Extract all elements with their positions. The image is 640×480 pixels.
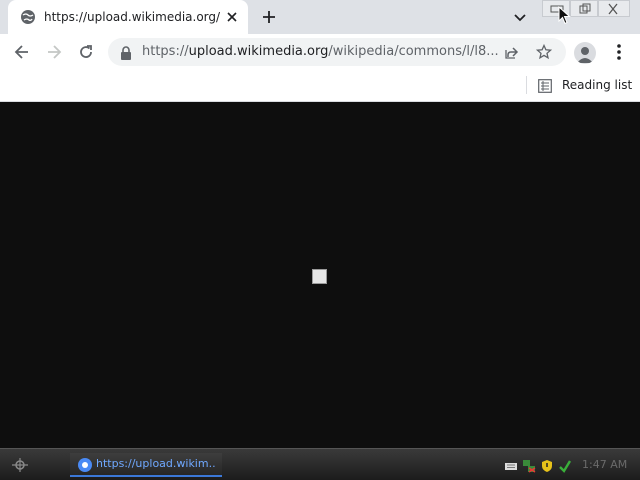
kebab-menu-icon[interactable] [612, 42, 626, 62]
reload-icon[interactable] [76, 42, 96, 62]
chevron-down-icon[interactable] [512, 9, 528, 25]
update-icon[interactable] [558, 458, 572, 473]
globe-icon [20, 9, 36, 25]
bookmark-star-icon[interactable] [535, 43, 553, 60]
url-path: /wikipedia/commons/l/l8... [328, 44, 498, 59]
maximize-button[interactable] [570, 0, 598, 17]
browser-icon [78, 458, 92, 472]
address-bar[interactable]: https://upload.wikimedia.org/wikipedia/c… [108, 38, 566, 66]
close-tab-icon[interactable] [224, 9, 240, 25]
close-window-button[interactable] [598, 0, 630, 17]
profile-avatar-icon[interactable] [574, 42, 596, 64]
taskbar-item-label: https://upload.wikim... [96, 457, 216, 470]
mouse-cursor-icon [558, 5, 571, 25]
tab-active[interactable]: https://upload.wikimedia.org/wikipedia/c… [8, 0, 248, 34]
os-taskbar: https://upload.wikim... 1:47 AM [0, 448, 640, 480]
image-placeholder [312, 269, 327, 284]
page-viewport [0, 102, 640, 448]
system-clock: 1:47 AM [582, 458, 628, 471]
forward-arrow-icon[interactable] [44, 42, 64, 62]
new-tab-icon[interactable] [260, 8, 278, 26]
back-arrow-icon[interactable] [12, 42, 32, 62]
keyboard-icon[interactable] [504, 458, 518, 472]
url-domain: upload.wikimedia.org [188, 44, 329, 59]
taskbar-browser-button[interactable]: https://upload.wikim... [70, 453, 222, 477]
reading-list-label: Reading list [562, 78, 633, 92]
url-scheme: https:// [142, 44, 189, 59]
reading-list-icon [538, 78, 552, 93]
bookmarks-divider [526, 76, 527, 94]
tab-strip: https://upload.wikimedia.org/wikipedia/c… [0, 0, 640, 34]
start-menu-icon[interactable] [6, 455, 36, 475]
url-text[interactable]: https://upload.wikimedia.org/wikipedia/c… [142, 44, 498, 60]
share-icon[interactable] [504, 44, 520, 60]
bookmarks-bar: Reading list [0, 70, 640, 102]
network-icon[interactable] [522, 458, 536, 473]
lock-icon[interactable] [120, 45, 132, 60]
tab-title: https://upload.wikimedia.org/wikipedia/c… [44, 10, 220, 24]
security-shield-icon[interactable] [540, 458, 554, 472]
browser-toolbar: https://upload.wikimedia.org/wikipedia/c… [0, 34, 640, 70]
